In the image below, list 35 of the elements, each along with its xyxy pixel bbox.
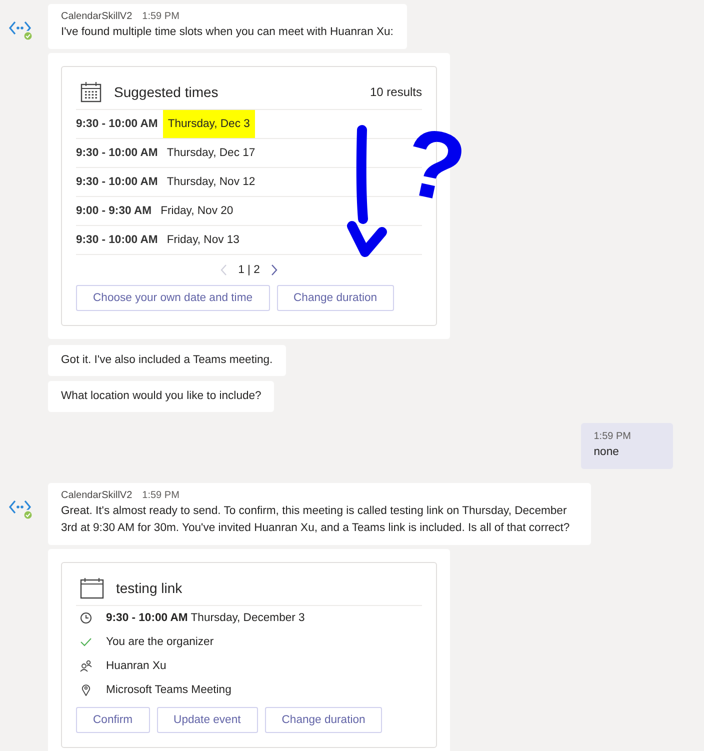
action-button[interactable]: Change duration	[276, 285, 394, 311]
slot-time: 9:00 - 9:30 AM	[76, 205, 152, 217]
slot-time: 9:30 - 10:00 AM	[76, 118, 158, 130]
message-time: 1:59 PM	[142, 490, 180, 501]
slot-time: 9:30 - 10:00 AM	[76, 234, 158, 246]
event-detail: 9:30 - 10:00 AM Thursday, December 3	[106, 612, 305, 624]
message-text: I've found multiple time slots when you can meet with Huanran Xu:	[61, 25, 394, 40]
message-text: none	[594, 445, 620, 460]
event-detail: Huanran Xu	[106, 660, 166, 672]
sender-name: CalendarSkillV2	[61, 11, 132, 22]
message-time: 1:59 PM	[594, 431, 631, 442]
message-text: What location would you like to include?	[61, 389, 262, 404]
action-button[interactable]: Choose your own date and time	[76, 285, 270, 311]
card-title: Suggested times	[114, 84, 220, 100]
sender-name: CalendarSkillV2	[61, 490, 132, 501]
action-button[interactable]: Update event	[156, 707, 258, 733]
result-count: 10 results	[370, 85, 422, 99]
slot-time: 9:30 - 10:00 AM	[76, 176, 158, 188]
slot-date: Friday, Nov 20	[160, 204, 234, 219]
slot-time: 9:30 - 10:00 AM	[76, 147, 158, 159]
action-button[interactable]: Confirm	[76, 707, 150, 733]
event-detail: Microsoft Teams Meeting	[106, 684, 232, 696]
message-text: Great. It's almost ready to send. To confirm, this meeting is called testing link on Thursday, December 3rd at 9:30 AM for 30m. You've invited Huanran Xu, and a Teams link is included. Is all of that correct?	[61, 504, 571, 536]
card-title: testing link	[116, 580, 184, 596]
time-slot[interactable]: 9:00 - 9:30 AM Friday, Nov 20	[76, 197, 422, 226]
event-detail: You are the organizer	[106, 636, 214, 648]
time-slot[interactable]: 9:30 - 10:00 AM Friday, Nov 13	[76, 226, 422, 255]
slot-date: Thursday, Nov 12	[166, 175, 256, 190]
slot-date: Friday, Nov 13	[166, 233, 240, 248]
slot-date: Thursday, Dec 3	[162, 110, 255, 138]
page-indicator: 1 | 2	[238, 264, 260, 276]
message-time: 1:59 PM	[142, 11, 180, 22]
action-button[interactable]: Change duration	[264, 707, 382, 733]
message-text: Got it. I've also included a Teams meeting.	[61, 353, 273, 368]
slot-date: Thursday, Dec 17	[166, 146, 256, 161]
